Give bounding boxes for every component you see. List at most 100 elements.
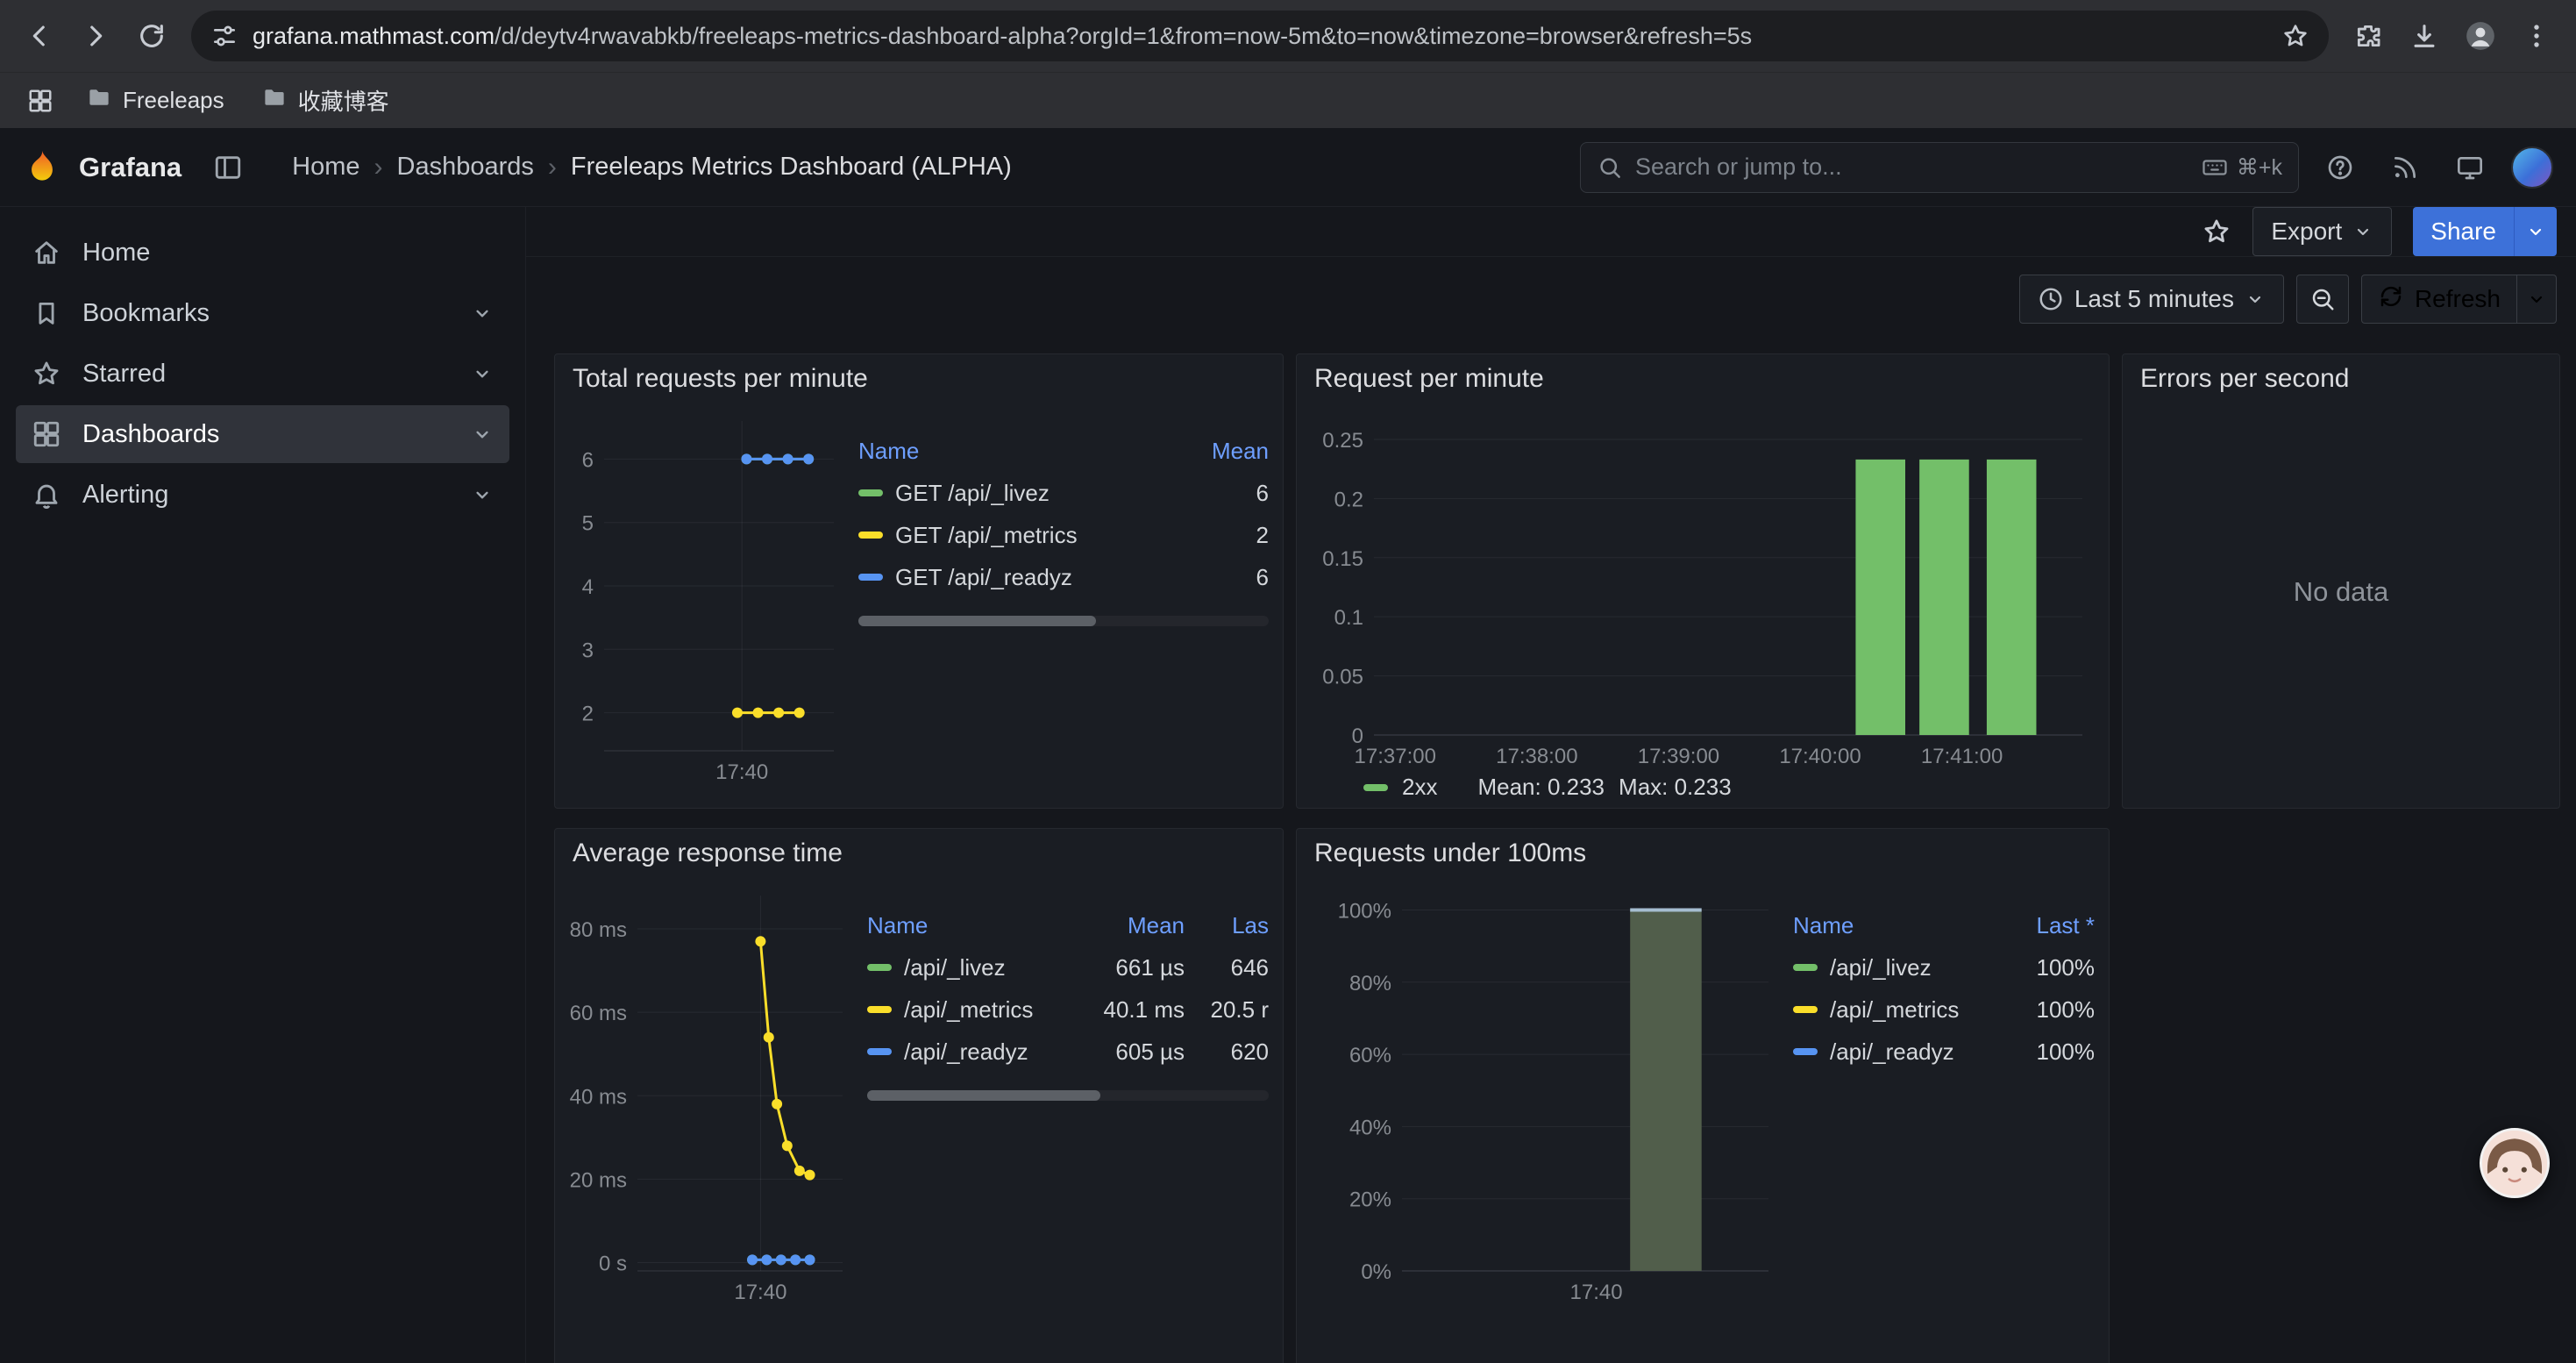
zoom-out-button[interactable] (2296, 275, 2349, 324)
panel-title[interactable]: Requests under 100ms (1314, 838, 1586, 868)
svg-text:80 ms: 80 ms (570, 918, 627, 942)
breadcrumb: Home › Dashboards › Freeleaps Metrics Da… (292, 153, 1012, 182)
panel-title[interactable]: Average response time (573, 838, 843, 868)
panel-title[interactable]: Total requests per minute (573, 364, 868, 394)
chevron-down-icon[interactable] (471, 362, 494, 385)
search-input[interactable] (1635, 153, 2189, 181)
series-swatch (867, 1048, 892, 1055)
sidebar-item-home[interactable]: Home (16, 224, 509, 282)
clock-icon (2038, 286, 2064, 312)
series-name[interactable]: 2xx (1402, 774, 1437, 801)
svg-text:3: 3 (582, 639, 594, 662)
svg-text:17:40:00: 17:40:00 (1779, 745, 1861, 768)
grafana-app: Grafana Home › Dashboards › Freeleaps Me… (0, 128, 2576, 1363)
legend-header-mean[interactable]: Mean (1146, 438, 1269, 465)
svg-text:6: 6 (582, 448, 594, 472)
folder-icon (86, 84, 112, 117)
browser-toolbar: grafana.mathmast.com/d/deytv4rwavabkb/fr… (0, 0, 2576, 72)
url-bar[interactable]: grafana.mathmast.com/d/deytv4rwavabkb/fr… (191, 11, 2329, 61)
forward-button[interactable] (70, 11, 121, 61)
sidebar-item-label: Home (82, 239, 150, 268)
site-settings-icon[interactable] (210, 22, 238, 50)
scrollbar-thumb[interactable] (858, 616, 1096, 626)
sidebar: Home Bookmarks Starred Dashboards Alerti… (0, 207, 526, 1363)
empty-grid-cell (2122, 828, 2560, 1363)
dashboard-main: Export Share Last 5 minutes (526, 207, 2576, 1363)
bookmark-folder-blogs[interactable]: 收藏博客 (249, 79, 402, 122)
svg-text:0.2: 0.2 (1334, 488, 1363, 511)
request-per-minute-chart[interactable]: 00.050.10.150.20.2517:37:0017:38:0017:39… (1311, 403, 2093, 770)
user-avatar[interactable] (2511, 146, 2553, 189)
avg-response-time-chart[interactable]: 80 ms60 ms40 ms20 ms0 s17:40 (564, 883, 853, 1306)
legend-row: /api/_metrics 40.1 ms 20.5 r (867, 988, 1269, 1031)
mega-menu-toggle-icon[interactable] (204, 144, 252, 191)
sidebar-item-bookmarks[interactable]: Bookmarks (16, 284, 509, 342)
svg-text:60%: 60% (1349, 1044, 1391, 1067)
legend-header-last[interactable]: Las (1185, 912, 1269, 939)
star-icon (32, 359, 61, 389)
bookmark-folder-freeleaps[interactable]: Freeleaps (74, 79, 237, 122)
refresh-interval-chevron[interactable] (2516, 275, 2556, 323)
series-swatch (867, 1006, 892, 1013)
legend-header-last[interactable]: Last * (1972, 912, 2095, 939)
profile-avatar[interactable] (2455, 11, 2506, 61)
legend-header-mean[interactable]: Mean (1062, 912, 1185, 939)
series-mean: Mean: 0.233 (1477, 774, 1605, 801)
extensions-icon[interactable] (2343, 11, 2394, 61)
dashboard-actions-row: Export Share (526, 207, 2576, 257)
svg-text:40 ms: 40 ms (570, 1085, 627, 1109)
news-rss-icon[interactable] (2381, 144, 2429, 191)
sidebar-item-label: Bookmarks (82, 299, 210, 328)
legend-table: Name Last * /api/_livez 100% /api/_metri… (1793, 904, 2095, 1306)
favorite-star-icon[interactable] (2202, 217, 2231, 246)
legend-scrollbar[interactable] (867, 1090, 1269, 1101)
breadcrumb-dashboards[interactable]: Dashboards (397, 153, 534, 182)
breadcrumb-home[interactable]: Home (292, 153, 359, 182)
refresh-button[interactable]: Refresh (2362, 275, 2516, 323)
keyboard-icon (2202, 154, 2228, 181)
panel-title[interactable]: Request per minute (1314, 364, 1544, 394)
reload-button[interactable] (126, 11, 177, 61)
sidebar-item-alerting[interactable]: Alerting (16, 466, 509, 524)
panel-avg-response-time: Average response time 80 ms60 ms40 ms20 … (554, 828, 1284, 1363)
legend-header-name[interactable]: Name (867, 912, 1062, 939)
chevron-down-icon[interactable] (471, 423, 494, 446)
legend-scrollbar[interactable] (858, 616, 1269, 626)
bell-icon (32, 480, 61, 510)
downloads-icon[interactable] (2399, 11, 2450, 61)
apps-grid-icon[interactable] (19, 80, 61, 122)
search-box[interactable]: ⌘+k (1580, 142, 2299, 193)
chevron-down-icon[interactable] (471, 483, 494, 506)
chevron-down-icon (2352, 221, 2373, 242)
chevron-down-icon[interactable] (471, 302, 494, 325)
share-split-button: Share (2413, 207, 2557, 256)
dashboards-icon (32, 419, 61, 449)
legend-row: GET /api/_readyz 6 (858, 556, 1269, 598)
export-button[interactable]: Export (2252, 207, 2392, 256)
series-swatch (867, 964, 892, 971)
panel-title[interactable]: Errors per second (2140, 364, 2349, 394)
sidebar-item-dashboards[interactable]: Dashboards (16, 405, 509, 463)
legend-row: GET /api/_livez 6 (858, 472, 1269, 514)
svg-text:80%: 80% (1349, 972, 1391, 995)
share-menu-chevron[interactable] (2514, 207, 2557, 256)
assistant-avatar[interactable] (2480, 1128, 2550, 1198)
display-mode-icon[interactable] (2446, 144, 2494, 191)
series-swatch (1793, 1006, 1818, 1013)
total-requests-chart[interactable]: 6543217:40 (564, 409, 844, 786)
legend-header-name[interactable]: Name (1793, 912, 1972, 939)
under-100ms-chart[interactable]: 100%80%60%40%20%0%17:40 (1306, 883, 1779, 1306)
sidebar-item-label: Alerting (82, 481, 168, 510)
back-button[interactable] (14, 11, 65, 61)
grafana-logo[interactable] (23, 148, 61, 187)
scrollbar-thumb[interactable] (867, 1090, 1100, 1101)
svg-text:0.15: 0.15 (1322, 547, 1363, 571)
time-range-picker[interactable]: Last 5 minutes (2019, 275, 2284, 324)
legend-header-name[interactable]: Name (858, 438, 1146, 465)
legend-row: GET /api/_metrics 2 (858, 514, 1269, 556)
browser-menu-icon[interactable] (2511, 11, 2562, 61)
bookmark-star-icon[interactable] (2281, 22, 2309, 50)
sidebar-item-starred[interactable]: Starred (16, 345, 509, 403)
help-icon[interactable] (2316, 144, 2364, 191)
share-button[interactable]: Share (2413, 207, 2514, 256)
